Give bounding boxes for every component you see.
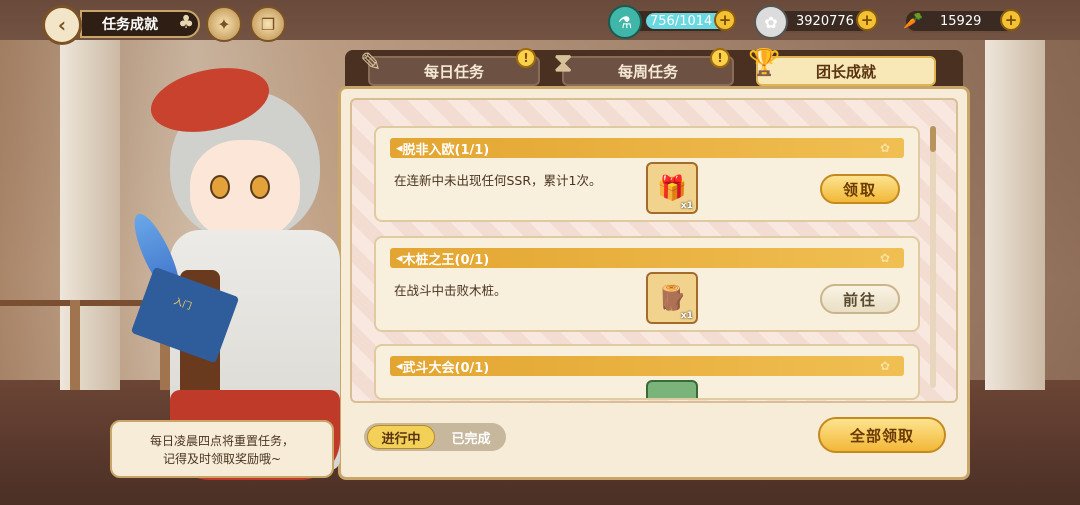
achievement-title: ◂ 木桩之王(0/1) ✿ (390, 248, 904, 268)
achievement-title: ◂ 脱非入欧(1/1) ✿ (390, 138, 904, 158)
clover-icon: ♣ (178, 12, 195, 33)
compass-badge-icon: ✦ (217, 14, 231, 34)
tab-label: 每日任务 (423, 62, 484, 81)
gift-box-icon: 🎁 (657, 174, 687, 202)
hourglass-icon: ⧗ (554, 48, 573, 78)
back-arrow-icon: ‹ (57, 13, 67, 37)
alert-badge: ! (710, 48, 730, 68)
gem-value: 3920776 (796, 13, 854, 29)
achievement-card: ◂ 武斗大会(0/1)✿ ◆ (374, 344, 920, 400)
add-carrot-button[interactable]: + (1000, 9, 1022, 31)
book-scroll-button[interactable]: ❒ (250, 6, 286, 42)
claim-button[interactable]: 领取 (820, 174, 900, 204)
stamina-resource: ⚗ 756/1014 + (608, 5, 736, 39)
reward-item[interactable]: ◆ (646, 380, 698, 398)
book-scroll-icon: ❒ (260, 14, 276, 34)
carrot-resource: 🥕 15929 + (903, 9, 1022, 33)
achievement-card: ◂ 木桩之王(0/1) ✿ 在战斗中击败木桩。 🪵 x1 前往 (374, 236, 920, 332)
filter-completed[interactable]: 已完成 (438, 425, 504, 449)
trophy-icon: 🏆 (748, 48, 781, 78)
scroll-thumb[interactable] (930, 126, 936, 152)
tip-speech-bubble: 每日凌晨四点将重置任务， 记得及时领取奖励哦~ (110, 420, 334, 478)
achievement-desc: 在战斗中击败木桩。 (394, 283, 507, 298)
wooden-dummy-icon: 🪵 (657, 284, 687, 312)
carrot-icon: 🥕 (903, 10, 923, 30)
filter-toggle: 进行中 已完成 (364, 423, 506, 451)
achievement-title: ◂ 武斗大会(0/1) ✿ (390, 356, 904, 376)
go-button[interactable]: 前往 (820, 284, 900, 314)
book-icon: ✎ (360, 48, 382, 78)
tab-label: 每周任务 (617, 62, 678, 81)
tab-achievements[interactable]: 🏆 团长成就 (748, 48, 936, 86)
reward-item[interactable]: 🎁 x1 (646, 162, 698, 214)
add-stamina-button[interactable]: + (714, 9, 736, 31)
alert-badge: ! (516, 48, 536, 68)
achievement-desc: 在连新中未出现任何SSR，累计1次。 (394, 173, 602, 188)
filter-in-progress[interactable]: 进行中 (367, 425, 435, 449)
carrot-value: 15929 (940, 13, 982, 29)
potion-icon: ⚗ (608, 5, 642, 39)
achievement-card: ◂ 脱非入欧(1/1) ✿ 在连新中未出现任何SSR，累计1次。 🎁 x1 领取 (374, 126, 920, 222)
scrollbar[interactable] (930, 126, 936, 388)
reward-item[interactable]: 🪵 x1 (646, 272, 698, 324)
back-button[interactable]: ‹ (42, 5, 82, 45)
background-column (985, 40, 1045, 390)
tab-daily[interactable]: ✎ 每日任务 ! (360, 48, 540, 86)
gem-resource: ✿ 3920776 + (754, 5, 878, 39)
compass-badge-button[interactable]: ✦ (206, 6, 242, 42)
character-eye (250, 175, 270, 199)
tip-line: 记得及时领取奖励哦~ (162, 452, 282, 466)
tab-label: 团长成就 (815, 62, 876, 81)
tab-weekly[interactable]: ⧗ 每周任务 ! (554, 48, 734, 86)
background-post (70, 300, 80, 390)
green-item-icon: ◆ (663, 392, 681, 398)
character-face (190, 140, 300, 240)
stamina-value: 756/1014 (650, 13, 713, 29)
character-eye (210, 175, 230, 199)
add-gem-button[interactable]: + (856, 9, 878, 31)
gem-icon: ✿ (754, 5, 788, 39)
tip-line: 每日凌晨四点将重置任务， (149, 434, 294, 448)
claim-all-button[interactable]: 全部领取 (818, 417, 946, 453)
